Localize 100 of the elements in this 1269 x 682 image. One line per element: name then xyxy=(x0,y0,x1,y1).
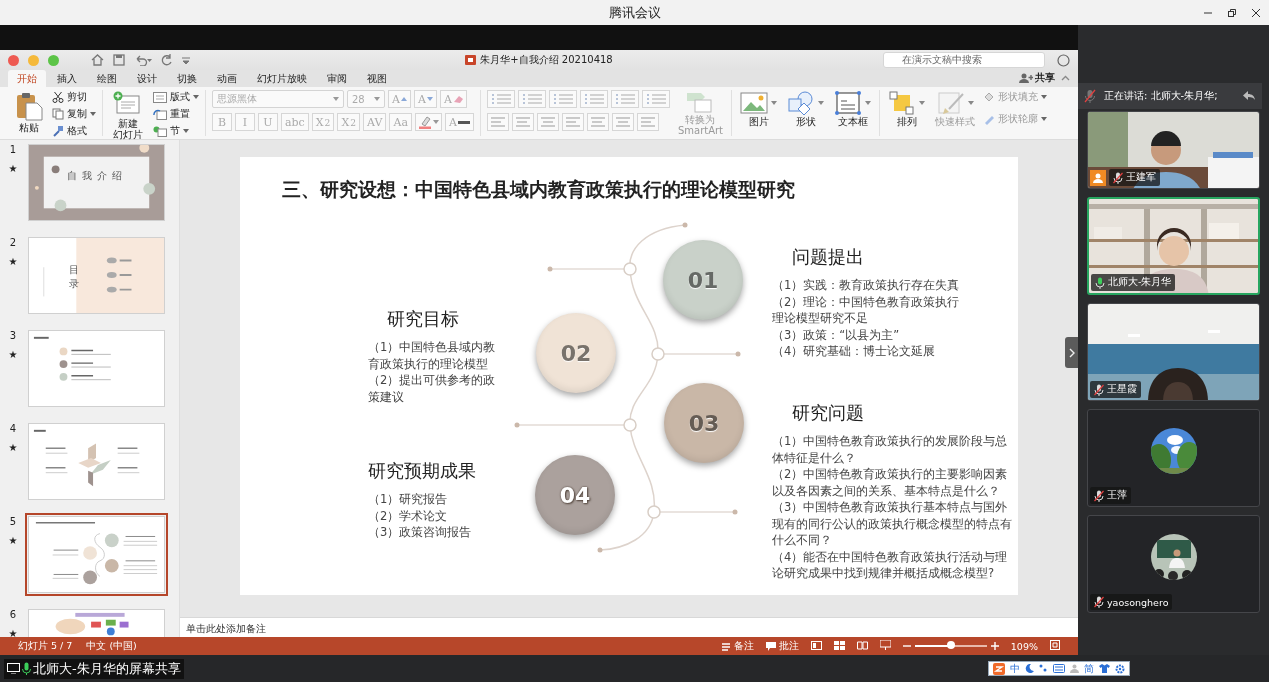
normal-view-button[interactable] xyxy=(810,640,822,652)
account-icon xyxy=(1057,53,1070,67)
zoom-button[interactable] xyxy=(48,54,59,66)
slide-number: 6 xyxy=(9,609,17,620)
paragraph-button[interactable] xyxy=(586,113,609,131)
ribbon-tab[interactable]: 绘图 xyxy=(88,70,126,87)
fit-icon xyxy=(1050,640,1060,650)
share-label: 北师大-朱月华的屏幕共享 xyxy=(33,659,181,678)
ribbon-tab[interactable]: 设计 xyxy=(128,70,166,87)
paragraph-button[interactable] xyxy=(611,113,634,131)
comments-button[interactable]: 批注 xyxy=(765,639,799,653)
text-direction-icon xyxy=(614,116,631,128)
notes-button[interactable]: 备注 xyxy=(720,639,754,653)
down-triangle-icon xyxy=(426,97,433,101)
notes-field[interactable]: 单击此处添加备注 xyxy=(180,617,1078,637)
slide-thumbnail[interactable]: 目录 xyxy=(25,234,168,317)
paragraph-button[interactable] xyxy=(486,113,509,131)
section-text: （3）中国特色教育政策执行基本特点与国外现有的同行公认的政策执行概念模型的特点有什么不同？ xyxy=(772,499,1013,549)
reading-view-button[interactable] xyxy=(856,640,868,652)
section-text: （4）研究基础：博士论文延展 xyxy=(772,343,937,360)
image-icon xyxy=(740,91,769,115)
animation-mark: ★ xyxy=(8,442,18,453)
paragraph-button[interactable] xyxy=(517,90,546,108)
speaking-indicator: 正在讲话: 北师大-朱月华; xyxy=(1104,89,1218,103)
ribbon-button[interactable]: 复制 xyxy=(52,107,96,121)
sorter-view-button[interactable] xyxy=(833,640,845,652)
grid-icon xyxy=(833,640,845,650)
up-triangle-icon xyxy=(400,97,407,101)
ribbon-tab[interactable]: 审阅 xyxy=(318,70,356,87)
line-spacing-icon xyxy=(613,93,636,105)
mic-icon xyxy=(22,662,31,675)
paragraph-button[interactable] xyxy=(561,113,584,131)
collapse-panel-button[interactable] xyxy=(1065,337,1078,368)
ribbon-tab[interactable]: 切换 xyxy=(168,70,206,87)
search-field[interactable]: 在演示文稿中搜索 xyxy=(883,52,1045,68)
ribbon-tab[interactable]: 开始 xyxy=(8,70,46,87)
video-tile[interactable]: 王建军 xyxy=(1087,111,1260,189)
ribbon-button[interactable]: 文本框 xyxy=(832,90,874,128)
restore-icon xyxy=(1227,8,1237,18)
section-text: （2）理论：中国特色教育政策执行理论模型研究不足 xyxy=(772,293,961,327)
ribbon-button[interactable]: 版式 xyxy=(153,90,199,104)
ribbon-button[interactable]: 图片 xyxy=(738,90,780,128)
align-right-icon xyxy=(539,116,556,128)
ime-script[interactable]: 简 xyxy=(1084,661,1094,676)
slide-counter: 幻灯片 5 / 7 xyxy=(18,639,73,653)
paragraph-button[interactable] xyxy=(511,113,534,131)
caret-icon xyxy=(967,101,974,105)
paragraph-button[interactable] xyxy=(579,90,608,108)
video-tile[interactable]: 北师大-朱月华 xyxy=(1087,197,1260,295)
keyboard-icon xyxy=(1053,664,1065,673)
ribbon-button[interactable]: 格式 xyxy=(52,124,96,138)
section-text: （1）实践：教育政策执行存在失真 xyxy=(772,277,961,294)
participant-name: 王萍 xyxy=(1107,489,1127,502)
slider-thumb[interactable] xyxy=(946,641,955,649)
animation-mark: ★ xyxy=(8,163,18,174)
reply-button[interactable] xyxy=(1242,89,1256,103)
ribbon-button[interactable]: 剪切 xyxy=(52,90,96,104)
paragraph-button[interactable] xyxy=(486,90,515,108)
presentation-file-icon xyxy=(465,55,477,65)
paragraph-button[interactable] xyxy=(636,113,659,131)
video-tile[interactable]: 王萍 xyxy=(1087,409,1260,507)
slide-thumbnail[interactable]: 自我介绍 xyxy=(25,141,168,224)
customize-icon xyxy=(182,56,190,64)
new-slide-button[interactable]: 新建 幻灯片 xyxy=(109,90,147,141)
zoom-in-button[interactable] xyxy=(990,640,999,652)
ribbon-button[interactable]: 重置 xyxy=(153,107,199,121)
video-tile[interactable]: yaosonghero xyxy=(1087,515,1260,613)
share-button[interactable]: 共享 xyxy=(1019,71,1055,85)
language-label: 中文 (中国) xyxy=(86,639,137,653)
paragraph-button[interactable] xyxy=(536,113,559,131)
add-person-icon xyxy=(1019,73,1033,83)
paragraph-button[interactable] xyxy=(641,90,670,108)
layout-icon xyxy=(153,91,167,103)
ribbon-tab[interactable]: 动画 xyxy=(208,70,246,87)
brush-icon xyxy=(936,91,965,115)
participant-name: 王建军 xyxy=(1126,171,1156,184)
slideshow-button[interactable] xyxy=(879,640,891,652)
ribbon-tab[interactable]: 幻灯片放映 xyxy=(248,70,316,87)
ribbon-button[interactable]: 形状 xyxy=(785,90,827,128)
video-tile[interactable]: 王星霞 xyxy=(1087,303,1260,401)
paste-button[interactable]: 粘贴 xyxy=(12,90,46,134)
document-title: 朱月华+自我介绍 20210418 xyxy=(480,53,613,67)
minimize-button[interactable] xyxy=(28,54,39,66)
ribbon-tab[interactable]: 插入 xyxy=(48,70,86,87)
ribbon-tab[interactable]: 视图 xyxy=(358,70,396,87)
slide-number: 3 xyxy=(9,330,17,341)
paragraph-button[interactable] xyxy=(548,90,577,108)
text-box-icon xyxy=(834,91,863,115)
fit-slide-button[interactable] xyxy=(1050,640,1060,652)
ribbon-button[interactable]: 节 xyxy=(153,124,199,138)
section-heading: 研究问题 xyxy=(791,401,865,425)
screen-share-icon xyxy=(7,663,20,674)
normal-view-icon xyxy=(810,640,822,650)
step-marker: 01 xyxy=(663,240,743,320)
highlighter-icon xyxy=(417,115,432,129)
input-method-toolbar[interactable]: 中 简 xyxy=(988,661,1130,676)
caret-icon xyxy=(193,95,199,99)
paragraph-button[interactable] xyxy=(610,90,639,108)
ribbon-button[interactable]: 排列 xyxy=(886,90,928,128)
ime-mode[interactable]: 中 xyxy=(1010,661,1020,676)
